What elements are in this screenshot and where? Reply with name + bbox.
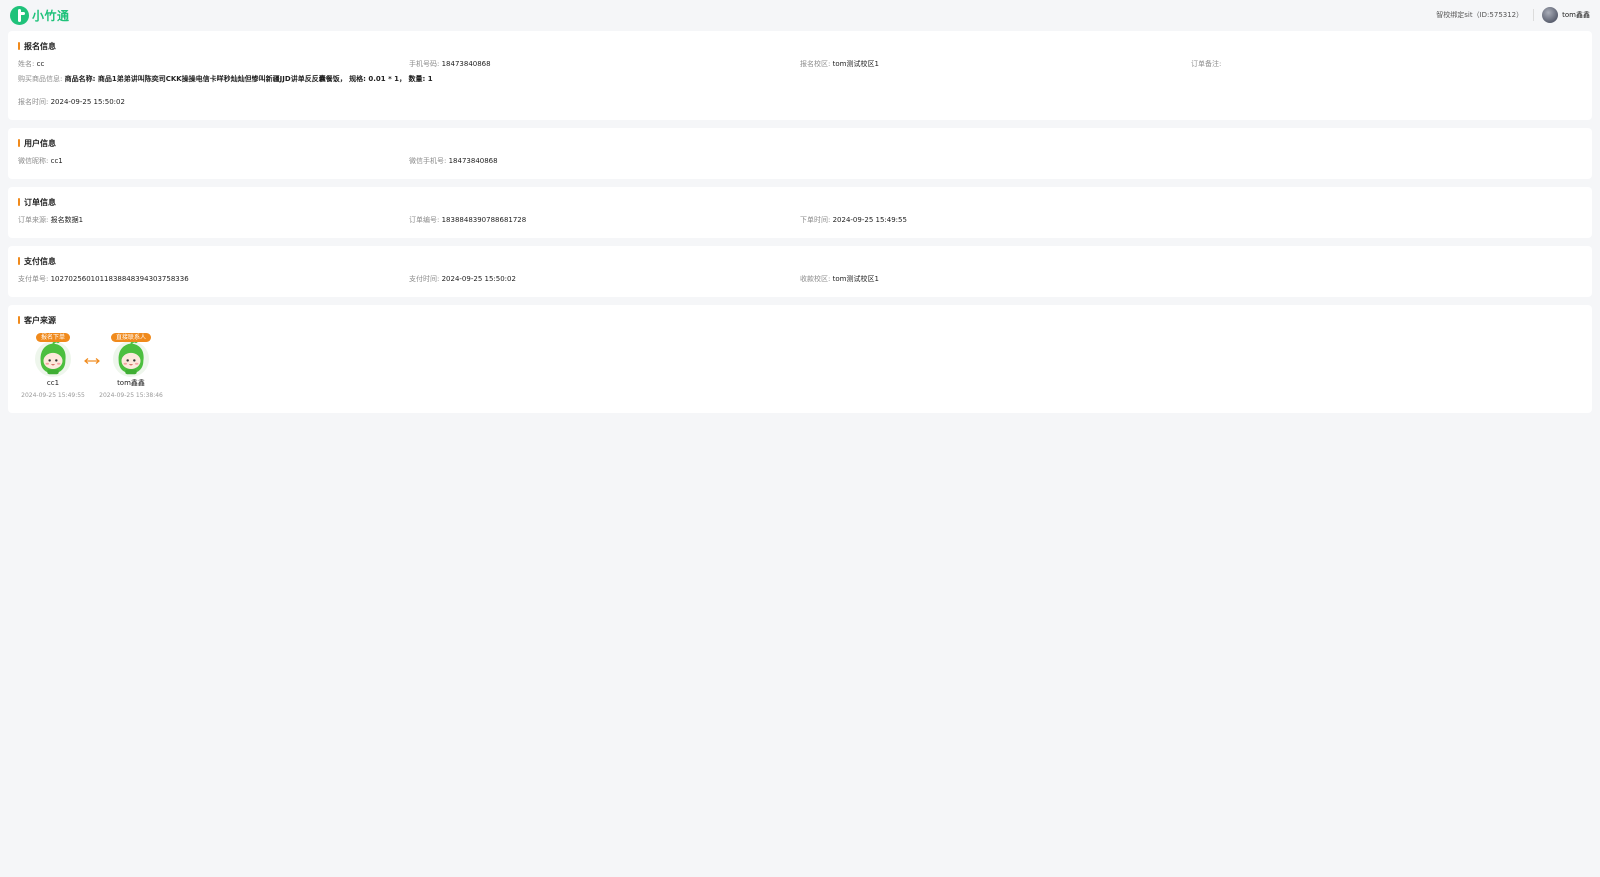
logo-icon [10,5,29,25]
order-row: 订单来源: 报名数据1 订单编号: 1838848390788681728 下单… [18,215,1582,225]
order-card: 订单信息 订单来源: 报名数据1 订单编号: 18388483907886817… [8,187,1592,238]
header-divider [1533,9,1535,21]
registration-card: 报名信息 姓名: cc 手机号码: 18473840868 报名校区: tom测… [8,31,1592,120]
user-name[interactable]: tom鑫鑫 [1562,10,1590,20]
field-phone: 手机号码: 18473840868 [409,60,491,68]
order-title: 订单信息 [18,197,1582,207]
field-wechat-phone: 微信手机号: 18473840868 [409,157,498,165]
title-accent-bar [18,198,20,206]
user-title: 用户信息 [18,138,1582,148]
registration-title: 报名信息 [18,41,1582,51]
source-node[interactable]: 报名下单 cc1 2024-09-25 15:49:55 [21,333,85,400]
field-payment-time: 支付时间: 2024-09-25 15:50:02 [409,275,516,283]
field-product: 购买商品信息: 商品名称: 商品1弟弟讲叫陈奕司CKK操操电信卡咩秒灿灿但惨叫新… [18,75,433,83]
top-bar: 小竹通 智校绑定sit（ID:575312） tom鑫鑫 [0,0,1600,30]
field-order-source: 订单来源: 报名数据1 [18,216,84,224]
header-right: 智校绑定sit（ID:575312） tom鑫鑫 [1436,7,1590,23]
customer-source-title: 客户来源 [18,315,1582,325]
title-accent-bar [18,42,20,50]
registration-row: 姓名: cc 手机号码: 18473840868 报名校区: tom测试校区1 … [18,59,1582,69]
field-register-time: 报名时间: 2024-09-25 15:50:02 [18,98,125,106]
payment-title: 支付信息 [18,256,1582,266]
source-name: tom鑫鑫 [117,379,145,387]
field-order-no: 订单编号: 1838848390788681728 [409,216,527,224]
customer-source-card: 客户来源 报名下单 cc1 2024-09-25 15:49:55 直接联系人 … [8,305,1592,413]
logo-text: 小竹通 [32,8,70,23]
link-arrow-icon [84,358,100,364]
field-wechat-nickname: 微信昵称: cc1 [18,157,63,165]
customer-source-chain: 报名下单 cc1 2024-09-25 15:49:55 直接联系人 tom鑫鑫… [18,333,1582,400]
source-tag: 报名下单 [35,333,70,342]
user-row: 微信昵称: cc1 微信手机号: 18473840868 [18,156,1582,166]
source-time: 2024-09-25 15:49:55 [21,392,85,399]
field-remark: 订单备注: [1191,60,1222,68]
source-node[interactable]: 直接联系人 tom鑫鑫 2024-09-25 15:38:46 [99,333,163,400]
field-order-time: 下单时间: 2024-09-25 15:49:55 [800,216,907,224]
field-payment-campus: 收款校区: tom测试校区1 [800,275,879,283]
source-tag: 直接联系人 [110,333,151,342]
campus-switcher[interactable]: 智校绑定sit（ID:575312） [1436,10,1523,20]
payment-row: 支付单号: 1027025601011838848394303758336 支付… [18,274,1582,284]
mascot-avatar-icon [34,340,72,378]
user-avatar[interactable] [1542,7,1559,23]
field-campus: 报名校区: tom测试校区1 [800,60,879,68]
payment-card: 支付信息 支付单号: 10270256010118388483943037583… [8,246,1592,297]
field-payment-no: 支付单号: 1027025601011838848394303758336 [18,275,189,283]
title-accent-bar [18,316,20,324]
source-name: cc1 [46,379,60,387]
user-card: 用户信息 微信昵称: cc1 微信手机号: 18473840868 [8,128,1592,179]
field-name: 姓名: cc [18,60,45,68]
mascot-avatar-icon [112,340,150,378]
title-accent-bar [18,139,20,147]
source-time: 2024-09-25 15:38:46 [99,392,163,399]
title-accent-bar [18,257,20,265]
app-logo[interactable]: 小竹通 [10,5,70,25]
